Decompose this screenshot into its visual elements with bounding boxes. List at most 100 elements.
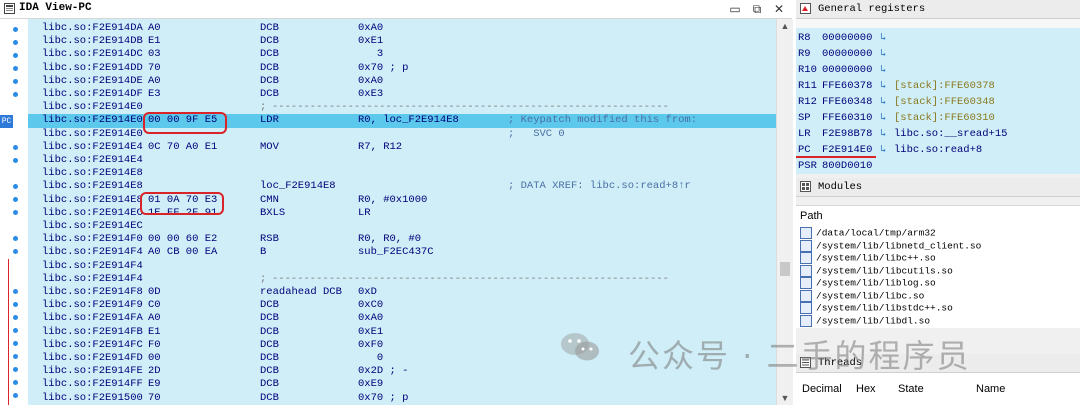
disasm-row[interactable]: libc.so:F2E914EC bbox=[28, 220, 776, 233]
disasm-operands: LR bbox=[358, 206, 371, 219]
register-row[interactable]: SP FFE60310 ↳ [stack]:FFE60310 bbox=[798, 110, 1078, 126]
disasm-operands: 0x70 ; p bbox=[358, 391, 409, 404]
disasm-row[interactable]: libc.so:F2E914FF E9 DCB 0xE9 bbox=[28, 378, 776, 391]
threads-col-hex[interactable]: Hex bbox=[856, 383, 876, 395]
disasm-address: libc.so:F2E914F4 bbox=[42, 272, 143, 285]
scroll-up-icon[interactable]: ▲ bbox=[777, 19, 793, 33]
module-path: /system/lib/liblog.so bbox=[816, 277, 936, 289]
module-path: /system/lib/libc++.so bbox=[816, 252, 936, 264]
gutter-dot bbox=[13, 380, 18, 385]
scrollbar-thumb[interactable] bbox=[780, 262, 790, 276]
disasm-comment: ; SVC 0 bbox=[508, 127, 565, 140]
threads-col-name[interactable]: Name bbox=[976, 383, 1005, 395]
register-row[interactable]: PSR 800D0010 bbox=[798, 158, 1078, 174]
disasm-row[interactable]: libc.so:F2E914DA A0 DCB 0xA0 bbox=[28, 22, 776, 35]
disasm-mnemonic: CMN bbox=[260, 193, 279, 206]
disasm-row[interactable]: libc.so:F2E914E4 bbox=[28, 154, 776, 167]
disasm-row[interactable]: libc.so:F2E914E8 bbox=[28, 167, 776, 180]
disasm-mnemonic: DCB bbox=[260, 299, 279, 312]
module-item[interactable]: /system/lib/libcutils.so bbox=[800, 264, 953, 278]
disasm-row[interactable]: libc.so:F2E914E8 loc_F2E914E8 ; DATA XREF:… bbox=[28, 180, 776, 193]
disasm-comment: ; DATA XREF: libc.so:read+8↑r bbox=[508, 180, 691, 193]
register-row[interactable]: R10 00000000 ↳ bbox=[798, 62, 1078, 78]
disasm-address: libc.so:F2E914E0 bbox=[42, 127, 143, 140]
disasm-bytes: 0C 70 A0 E1 bbox=[148, 140, 218, 153]
disasm-operands: 0xA0 bbox=[358, 22, 384, 34]
disasm-row[interactable]: libc.so:F2E91500 70 DCB 0x70 ; p bbox=[28, 392, 776, 405]
register-row[interactable]: R8 00000000 ↳ bbox=[798, 30, 1078, 46]
pc-marker: PC bbox=[0, 115, 13, 128]
disasm-bytes: 70 bbox=[148, 61, 161, 74]
module-path: /system/lib/libnetd_client.so bbox=[816, 240, 982, 252]
annotation-box-cmn-bytes bbox=[140, 192, 224, 215]
disasm-bytes: E3 bbox=[148, 88, 161, 100]
register-row[interactable]: R9 00000000 ↳ bbox=[798, 46, 1078, 62]
modules-list[interactable]: Path /data/local/tmp/arm32/system/lib/li… bbox=[796, 205, 1080, 328]
module-item[interactable]: /system/lib/libc++.so bbox=[800, 252, 936, 265]
disasm-mnemonic: ; bbox=[260, 101, 267, 114]
disasm-row[interactable]: libc.so:F2E914F4 bbox=[28, 260, 776, 273]
scroll-down-icon[interactable]: ▼ bbox=[777, 391, 793, 405]
disasm-operands: R0, loc_F2E914E8 bbox=[358, 114, 459, 127]
module-item[interactable]: /system/lib/libnetd_client.so bbox=[800, 239, 982, 253]
disasm-row[interactable]: libc.so:F2E914FA A0 DCB 0xA0 bbox=[28, 312, 776, 325]
disasm-row[interactable]: libc.so:F2E914DF E3 DCB 0xE3 bbox=[28, 88, 776, 101]
disasm-row[interactable]: libc.so:F2E914E0 ; SVC 0 bbox=[28, 128, 776, 141]
registers-icon bbox=[800, 3, 811, 14]
threads-col-state[interactable]: State bbox=[898, 383, 924, 395]
gutter-dot bbox=[13, 341, 18, 346]
disasm-address: libc.so:F2E914E0 bbox=[42, 114, 143, 127]
module-file-icon bbox=[800, 277, 812, 289]
disasm-address: libc.so:F2E914FB bbox=[42, 325, 143, 338]
registers-list[interactable]: R8 00000000 ↳ R9 00000000 ↳ R10 00000000 ↳ R11 F… bbox=[796, 28, 1080, 174]
disasm-row[interactable]: libc.so:F2E914F9 C0 DCB 0xC0 bbox=[28, 299, 776, 312]
module-item[interactable]: /data/local/tmp/arm32 bbox=[800, 227, 936, 240]
threads-col-decimal[interactable]: Decimal bbox=[802, 383, 842, 395]
register-row[interactable]: R12 FFE60348 ↳ [stack]:FFE60348 bbox=[798, 94, 1078, 110]
modules-path-header[interactable]: Path bbox=[800, 210, 823, 222]
minimize-icon[interactable]: ▭ bbox=[727, 1, 743, 17]
module-item[interactable]: /system/lib/libc.so bbox=[800, 289, 924, 303]
disasm-row[interactable]: libc.so:F2E914DD 70 DCB 0x70 ; p bbox=[28, 62, 776, 75]
disasm-operands: R0, #0x1000 bbox=[358, 193, 428, 206]
disasm-address: libc.so:F2E914DA bbox=[42, 22, 143, 34]
disasm-row[interactable]: libc.so:F2E914DE A0 DCB 0xA0 bbox=[28, 75, 776, 88]
disasm-mnemonic: MOV bbox=[260, 140, 279, 153]
register-value: 00000000 bbox=[822, 48, 873, 60]
register-row[interactable]: R11 FFE60378 ↳ [stack]:FFE60378 bbox=[798, 78, 1078, 94]
module-file-icon bbox=[800, 252, 812, 264]
disasm-row[interactable]: libc.so:F2E914DC 03 DCB 3 bbox=[28, 48, 776, 61]
watermark: 公众号 · 二手的程序员 bbox=[560, 325, 1040, 375]
register-reference: libc.so:read+8 bbox=[894, 144, 983, 156]
disasm-row[interactable]: libc.so:F2E914F8 0D readahead DCB 0xD bbox=[28, 286, 776, 299]
disasm-row[interactable]: libc.so:F2E914F4; -----------------------… bbox=[28, 273, 776, 286]
disasm-operands: 0xE9 bbox=[358, 378, 384, 391]
disasm-operands: 0xA0 bbox=[358, 312, 384, 325]
disasm-mnemonic: B bbox=[260, 246, 267, 259]
register-row[interactable]: LR F2E98B78 ↳ libc.so:__sread+15 bbox=[798, 126, 1078, 142]
restore-icon[interactable]: ⧉ bbox=[749, 1, 765, 17]
disasm-mnemonic: loc_F2E914E8 bbox=[260, 180, 336, 193]
disasm-row[interactable]: libc.so:F2E914E0 00 00 9F E5 LDR R0, loc_F2… bbox=[28, 114, 776, 128]
disasm-mnemonic: ; bbox=[260, 272, 267, 285]
registers-title: General registers bbox=[818, 3, 926, 15]
disasm-bytes: 00 bbox=[148, 352, 161, 364]
register-arrow-icon: ↳ bbox=[880, 32, 887, 44]
ida-view-icon bbox=[4, 3, 15, 14]
disasm-mnemonic: DCB bbox=[260, 74, 279, 87]
disasm-address: libc.so:F2E914E8 bbox=[42, 193, 143, 206]
register-arrow-icon: ↳ bbox=[880, 144, 887, 156]
disasm-row[interactable]: libc.so:F2E914E0; -----------------------… bbox=[28, 101, 776, 114]
disasm-row[interactable]: libc.so:F2E914E4 0C 70 A0 E1 MOV R7, R12 bbox=[28, 141, 776, 154]
gutter-dot bbox=[13, 40, 18, 45]
disasm-address: libc.so:F2E914DB bbox=[42, 35, 143, 48]
disasm-row[interactable]: libc.so:F2E914F0 00 00 60 E2 RSB R0, R0, #0 bbox=[28, 233, 776, 246]
module-item[interactable]: /system/lib/liblog.so bbox=[800, 277, 936, 290]
disasm-row[interactable]: libc.so:F2E914DB E1 DCB 0xE1 bbox=[28, 35, 776, 48]
close-icon[interactable]: ✕ bbox=[771, 1, 787, 17]
threads-table[interactable]: Decimal Hex State Name bbox=[796, 373, 1080, 405]
disasm-row[interactable]: libc.so:F2E914F4 A0 CB 00 EA Bsub_F2EC437C bbox=[28, 246, 776, 259]
module-item[interactable]: /system/lib/libstdc++.so bbox=[800, 302, 953, 315]
register-name: R11 bbox=[798, 80, 817, 92]
disasm-address: libc.so:F2E914E8 bbox=[42, 180, 143, 193]
